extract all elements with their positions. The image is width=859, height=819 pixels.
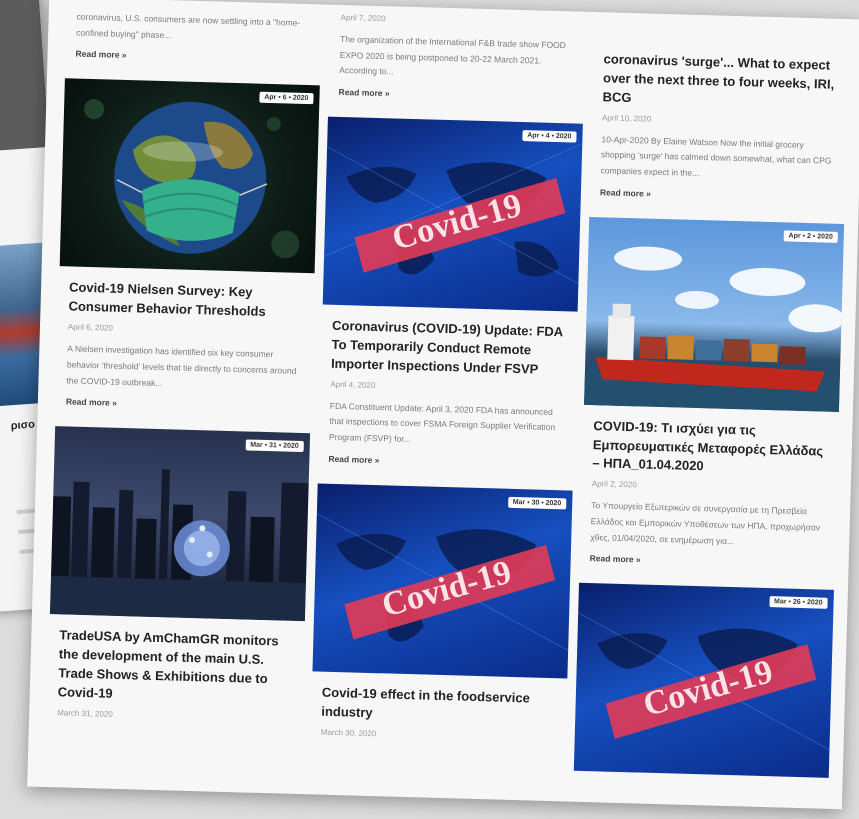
post-column-3: coronavirus 'surge'... What to expect ov…: [573, 2, 850, 792]
date-badge: Mar • 26 • 2020: [768, 596, 828, 610]
date-badge: Apr • 4 • 2020: [522, 130, 577, 143]
city-skyline-virus-illustration: [49, 469, 309, 622]
post-title-link[interactable]: Coronavirus (COVID-19) Update: FDA To Te…: [331, 317, 569, 380]
post-title-link[interactable]: coronavirus 'surge'... What to expect ov…: [602, 50, 840, 113]
post-date: March 31, 2020: [57, 707, 113, 719]
post-excerpt: coronavirus, U.S. consumers are now sett…: [76, 11, 301, 40]
post-column-2: April 7, 2020 The organization of the In…: [310, 0, 587, 757]
post-date: April 2, 2020: [591, 479, 637, 490]
post-date: April 6, 2020: [67, 322, 114, 333]
post-title-link[interactable]: Covid-19 Nielsen Survey: Key Consumer Be…: [68, 279, 306, 323]
covid-banner-text: Covid-19: [378, 554, 515, 625]
covid-world-map-illustration: Covid-19: [323, 143, 583, 285]
date-badge: Mar • 30 • 2020: [507, 496, 567, 510]
date-badge: Apr • 6 • 2020: [259, 92, 314, 105]
container-ship-illustration: [584, 246, 845, 412]
back-page-title-fragment[interactable]: ρισο: [10, 419, 35, 433]
post-thumbnail-globe-mask[interactable]: Apr • 6 • 2020: [59, 78, 320, 274]
read-more-link[interactable]: Read more »: [328, 454, 563, 471]
post-excerpt: 10-Apr-2020 By Elaine Watson Now the ini…: [600, 133, 832, 178]
post-thumbnail-container-ship[interactable]: Apr • 2 • 2020: [584, 216, 845, 412]
post-card: Mar • 31 • 2020 TradeUSA by AmChamGR mon…: [47, 426, 311, 723]
post-card: Apr • 2 • 2020 COVID-19: Τι ισχύει για τ…: [580, 216, 845, 571]
post-date: April 4, 2020: [330, 379, 376, 390]
post-thumbnail-covid-map[interactable]: Covid-19 Mar • 30 • 2020: [312, 483, 573, 679]
covid-banner-text: Covid-19: [388, 187, 525, 258]
post-thumbnail-covid-map[interactable]: Covid-19 Mar • 26 • 2020: [573, 583, 834, 779]
post-date: March 30, 2020: [320, 727, 377, 738]
covid-world-map-illustration: Covid-19: [578, 612, 830, 751]
post-date: April 7, 2020: [340, 12, 386, 24]
covid-world-map-illustration: Covid-19: [316, 513, 569, 651]
covid-banner-text: Covid-19: [639, 653, 776, 724]
read-more-link[interactable]: Read more »: [339, 87, 574, 104]
post-card: Covid-19 Apr • 4 • 2020 Coronavirus (COV…: [318, 116, 583, 471]
post-thumbnail-city-virus[interactable]: Mar • 31 • 2020: [49, 426, 311, 622]
post-title-link[interactable]: TradeUSA by AmChamGR monitors the develo…: [58, 627, 297, 709]
post-thumbnail-covid-map[interactable]: Covid-19 Apr • 4 • 2020: [322, 116, 583, 312]
post-card: Covid-19 Mar • 26 • 2020: [573, 583, 834, 779]
post-excerpt: The organization of the International F&…: [339, 33, 567, 77]
read-more-link[interactable]: Read more »: [600, 187, 835, 204]
post-excerpt: Το Υπουργείο Εξωτερικών σε συνεργασία με…: [590, 500, 821, 546]
date-badge: Mar • 31 • 2020: [245, 439, 304, 453]
post-column-1: coronavirus, U.S. consumers are now sett…: [47, 0, 323, 738]
post-title-link[interactable]: Covid-19 effect in the foodservice indus…: [321, 684, 559, 728]
post-excerpt: A Nielsen investigation has identified s…: [66, 343, 297, 388]
post-date: April 10, 2020: [601, 112, 652, 124]
post-title-link[interactable]: COVID-19: Τι ισχύει για τις Εμπορευματικ…: [592, 417, 830, 480]
read-more-link[interactable]: Read more »: [66, 397, 301, 414]
globe-with-mask-illustration: [84, 99, 300, 259]
back-page-header-image: [0, 0, 50, 154]
read-more-link[interactable]: Read more »: [590, 553, 825, 570]
post-excerpt: FDA Constituent Update: April 3, 2020 FD…: [328, 400, 556, 445]
post-card: Apr • 6 • 2020 Covid-19 Nielsen Survey: …: [56, 78, 320, 414]
date-badge: Apr • 2 • 2020: [783, 230, 838, 243]
read-more-link[interactable]: Read more »: [75, 49, 310, 66]
blog-grid-page: coronavirus, U.S. consumers are now sett…: [27, 0, 859, 810]
post-card: Covid-19 Mar • 30 • 2020 Covid-19 effect…: [311, 483, 573, 743]
